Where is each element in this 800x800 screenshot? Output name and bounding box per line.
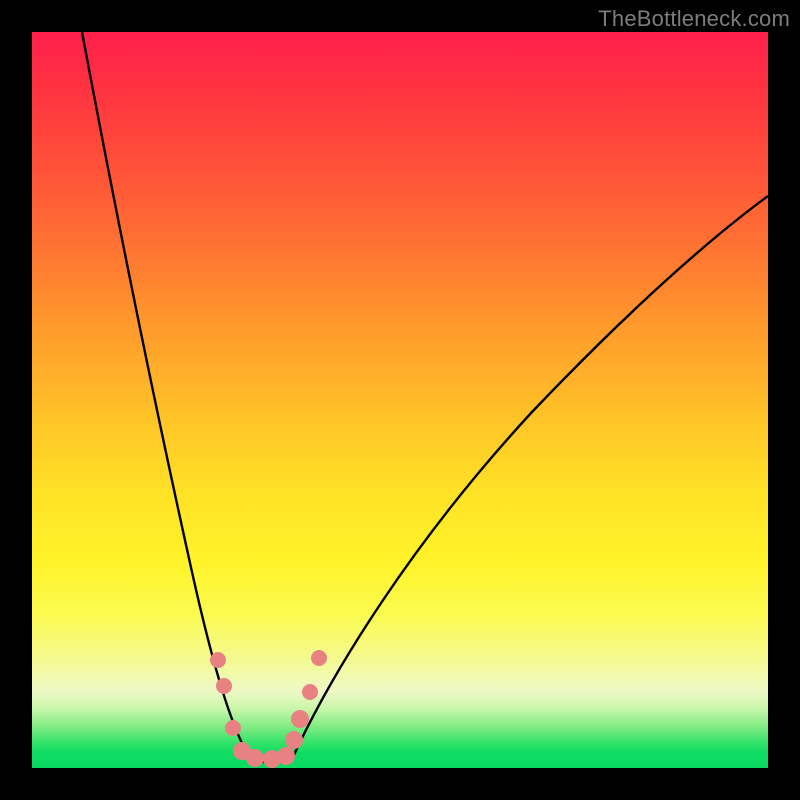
marker-dot bbox=[311, 650, 327, 666]
watermark-text: TheBottleneck.com bbox=[598, 6, 790, 32]
marker-dot bbox=[216, 678, 232, 694]
marker-dot bbox=[246, 749, 264, 767]
marker-dot bbox=[291, 710, 309, 728]
marker-dot bbox=[210, 652, 226, 668]
marker-dot bbox=[277, 747, 295, 765]
marker-dot bbox=[285, 731, 303, 749]
curve-layer bbox=[32, 32, 768, 768]
right-curve bbox=[292, 196, 768, 759]
marker-dot bbox=[225, 720, 241, 736]
plot-area bbox=[32, 32, 768, 768]
left-curve bbox=[82, 32, 251, 759]
outer-frame: TheBottleneck.com bbox=[0, 0, 800, 800]
marker-dot bbox=[302, 684, 318, 700]
